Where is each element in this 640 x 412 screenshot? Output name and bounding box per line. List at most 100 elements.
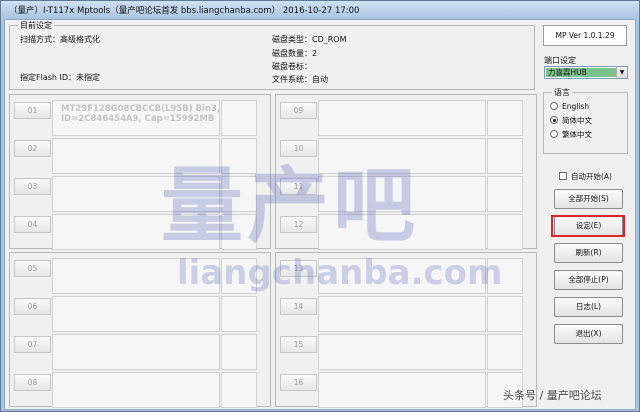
port-number-button[interactable]: 15 bbox=[280, 336, 317, 353]
disk-label-label: 磁盘卷标： bbox=[272, 62, 312, 71]
scan-mode-label: 扫描方式：高级格式化 bbox=[20, 35, 100, 44]
port-number-button[interactable]: 12 bbox=[280, 216, 317, 233]
port-info-panel bbox=[318, 258, 486, 294]
port-status-panel bbox=[487, 176, 523, 212]
port-row: 14 bbox=[280, 296, 524, 332]
flash-id-label: 指定Flash ID：未指定 bbox=[20, 73, 101, 82]
hub-select[interactable]: 力喜霖HUB ▼ bbox=[544, 66, 628, 79]
port-number-button[interactable]: 04 bbox=[14, 216, 51, 233]
disk-count-label: 磁盘数量：2 bbox=[272, 49, 318, 58]
port-number-button[interactable]: 09 bbox=[280, 102, 317, 119]
port-number-button[interactable]: 03 bbox=[14, 178, 51, 195]
port-info-panel bbox=[52, 296, 220, 332]
port-status-panel bbox=[487, 138, 523, 174]
port-info-panel bbox=[318, 334, 486, 370]
refresh-button[interactable]: 刷新(R) bbox=[554, 243, 623, 263]
port-row: 01 MT29F128G08CBCCB(L95B) Bin3, ID=2C84645… bbox=[14, 100, 258, 136]
port-status-panel bbox=[221, 214, 257, 250]
port-status-panel bbox=[221, 138, 257, 174]
port-info-line: MT29F128G08CBCCB(L95B) Bin3, bbox=[61, 104, 221, 114]
port-number-button[interactable]: 13 bbox=[280, 260, 317, 277]
port-status-panel bbox=[221, 258, 257, 294]
port-info-panel bbox=[318, 176, 486, 212]
window-title: （量产）I-T117x Mptools（量产吧论坛首发 bbs.liangcha… bbox=[9, 6, 360, 16]
lang-radio-simplified[interactable]: 简体中文 bbox=[550, 116, 592, 126]
lang-label-traditional: 繁体中文 bbox=[562, 130, 592, 139]
lang-radio-traditional[interactable]: 繁体中文 bbox=[550, 130, 592, 140]
port-number-button[interactable]: 11 bbox=[280, 178, 317, 195]
lang-label-english: English bbox=[562, 102, 590, 111]
current-settings-group: 目前设定 扫描方式：高级格式化 指定Flash ID：未指定 磁盘类型：CD_R… bbox=[9, 20, 535, 90]
settings-highlight-frame bbox=[551, 215, 625, 237]
port-number-button[interactable]: 08 bbox=[14, 374, 51, 391]
title-bar[interactable]: （量产）I-T117x Mptools（量产吧论坛首发 bbs.liangcha… bbox=[1, 1, 639, 19]
start-all-button[interactable]: 全部开始(S) bbox=[554, 189, 623, 209]
port-number-button[interactable]: 07 bbox=[14, 336, 51, 353]
port-status-panel bbox=[487, 214, 523, 250]
hub-select-value: 力喜霖HUB bbox=[546, 68, 616, 77]
version-box: MP Ver 1.0.1.29 bbox=[543, 25, 627, 46]
current-settings-legend: 目前设定 bbox=[18, 20, 54, 31]
port-row: 08 bbox=[14, 372, 258, 408]
source-credit: 头条号 / 量产吧论坛 bbox=[503, 389, 602, 402]
port-row: 11 bbox=[280, 176, 524, 212]
port-row: 02 bbox=[14, 138, 258, 174]
port-info-panel bbox=[52, 258, 220, 294]
port-info-line: ID=2C846454A9, Cap=15992MB bbox=[61, 114, 215, 124]
port-number-button[interactable]: 01 bbox=[14, 102, 51, 119]
auto-start-label: 自动开始(A) bbox=[571, 172, 612, 181]
file-system-label: 文件系统：自动 bbox=[272, 75, 328, 84]
port-status-panel bbox=[221, 296, 257, 332]
port-info-panel bbox=[52, 214, 220, 250]
port-info-panel bbox=[318, 214, 486, 250]
language-legend: 语言 bbox=[552, 87, 572, 98]
radio-selected-icon bbox=[550, 116, 558, 124]
port-status-panel bbox=[487, 100, 523, 136]
radio-icon bbox=[550, 102, 558, 110]
port-info-panel bbox=[52, 334, 220, 370]
port-info-panel bbox=[52, 138, 220, 174]
port-info-panel bbox=[52, 372, 220, 408]
port-info-panel: MT29F128G08CBCCB(L95B) Bin3, ID=2C846454A… bbox=[52, 100, 220, 136]
port-status-panel bbox=[221, 372, 257, 408]
port-row: 04 bbox=[14, 214, 258, 250]
port-number-button[interactable]: 14 bbox=[280, 298, 317, 315]
port-number-button[interactable]: 16 bbox=[280, 374, 317, 391]
lang-label-simplified: 简体中文 bbox=[562, 116, 592, 125]
checkbox-icon bbox=[559, 172, 567, 180]
radio-icon bbox=[550, 130, 558, 138]
port-status-panel bbox=[487, 258, 523, 294]
chevron-down-icon[interactable]: ▼ bbox=[616, 67, 627, 78]
port-status-panel bbox=[221, 100, 257, 136]
stop-all-button[interactable]: 全部停止(P) bbox=[554, 270, 623, 290]
port-row: 12 bbox=[280, 214, 524, 250]
port-info-panel bbox=[318, 296, 486, 332]
port-status-panel bbox=[487, 296, 523, 332]
port-status-panel bbox=[487, 334, 523, 370]
port-row: 07 bbox=[14, 334, 258, 370]
port-number-button[interactable]: 02 bbox=[14, 140, 51, 157]
port-number-button[interactable]: 06 bbox=[14, 298, 51, 315]
port-row: 03 bbox=[14, 176, 258, 212]
exit-button[interactable]: 退出(X) bbox=[554, 324, 623, 344]
port-row: 15 bbox=[280, 334, 524, 370]
port-number-button[interactable]: 10 bbox=[280, 140, 317, 157]
port-number-button[interactable]: 05 bbox=[14, 260, 51, 277]
port-info-panel bbox=[318, 138, 486, 174]
log-button[interactable]: 日志(L) bbox=[554, 297, 623, 317]
port-status-panel bbox=[221, 176, 257, 212]
lang-radio-english[interactable]: English bbox=[550, 102, 589, 112]
app-window: （量产）I-T117x Mptools（量产吧论坛首发 bbs.liangcha… bbox=[0, 0, 640, 412]
disk-type-label: 磁盘类型：CD_ROM bbox=[272, 35, 347, 44]
port-row: 16 bbox=[280, 372, 524, 408]
language-group: 语言 English 简体中文 繁体中文 bbox=[543, 87, 628, 154]
hub-setting-label: 端口设定 bbox=[544, 56, 576, 65]
port-info-panel bbox=[52, 176, 220, 212]
port-row: 10 bbox=[280, 138, 524, 174]
port-row: 06 bbox=[14, 296, 258, 332]
port-row: 13 bbox=[280, 258, 524, 294]
port-row: 05 bbox=[14, 258, 258, 294]
port-info-text: MT29F128G08CBCCB(L95B) Bin3, ID=2C846454A… bbox=[61, 104, 220, 124]
auto-start-checkbox[interactable]: 自动开始(A) bbox=[559, 172, 612, 182]
port-info-panel bbox=[318, 100, 486, 136]
